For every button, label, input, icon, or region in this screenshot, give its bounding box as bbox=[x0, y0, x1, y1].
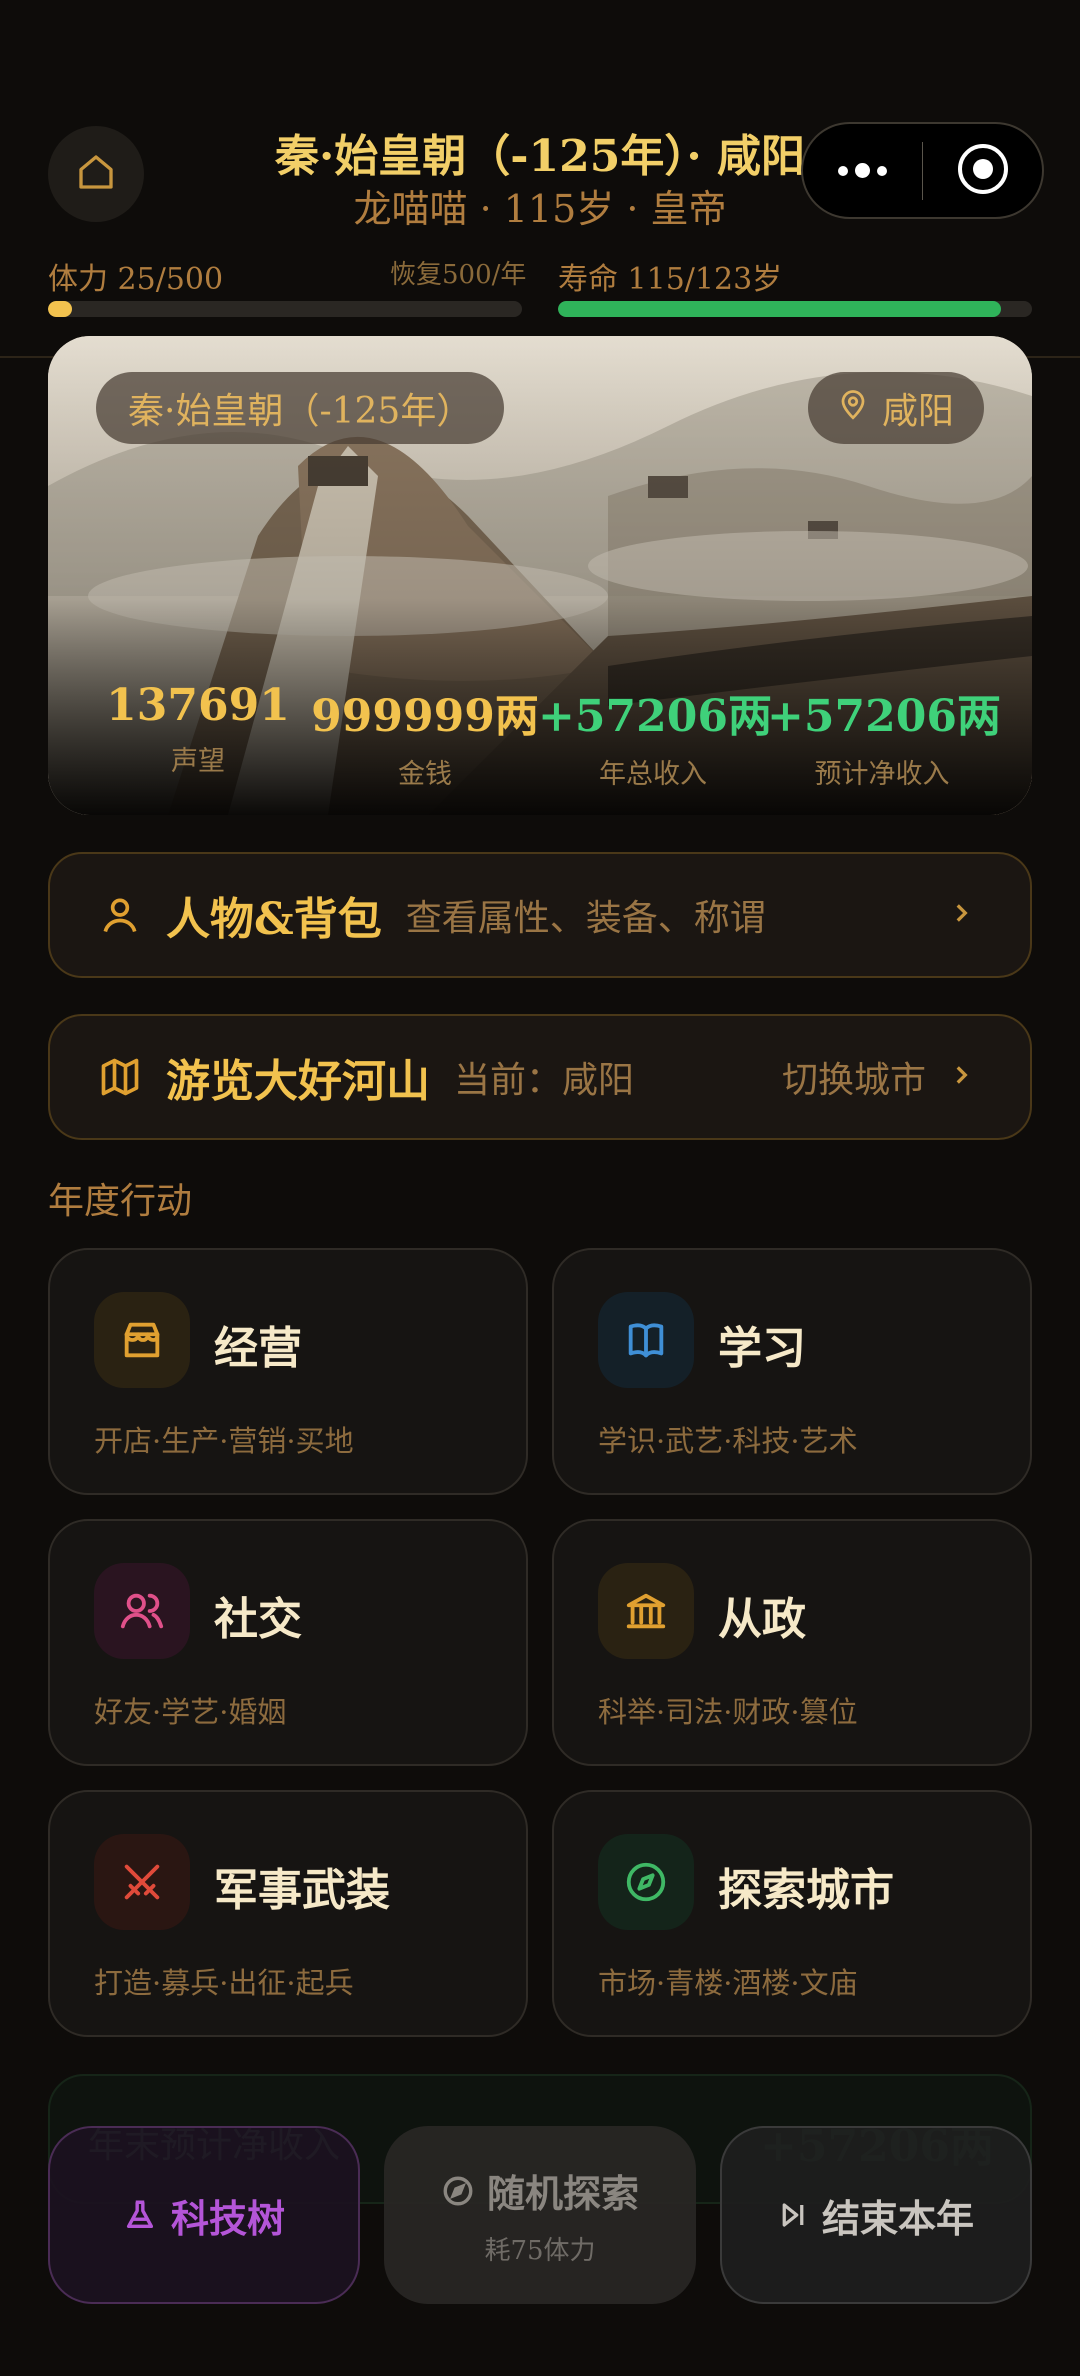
mini-program-capsule bbox=[801, 122, 1044, 219]
section-title: 年度行动 bbox=[48, 1181, 193, 1222]
city-label: 咸阳 bbox=[881, 391, 954, 432]
action-subtitle: 市场·青楼·酒楼·文庙 bbox=[598, 1966, 858, 2000]
action-name: 学习 bbox=[718, 1323, 806, 1374]
hero-stat: +57206两年总收入 bbox=[538, 680, 772, 791]
action-subtitle: 好友·学艺·婚姻 bbox=[94, 1695, 287, 1729]
hero-stat: 137691 声望 bbox=[83, 680, 313, 778]
era-label: 秦·始皇朝（-125年） bbox=[128, 391, 473, 432]
action-icon-badge bbox=[598, 1834, 694, 1930]
current-city: 当前：咸阳 bbox=[454, 1060, 635, 1101]
crossed-swords-icon bbox=[119, 1859, 165, 1905]
action-name: 军事武装 bbox=[214, 1865, 390, 1916]
life-bar bbox=[558, 301, 1032, 317]
action-subtitle: 科举·司法·财政·篡位 bbox=[598, 1695, 858, 1729]
action-subtitle: 学识·武艺·科技·艺术 bbox=[598, 1424, 858, 1458]
action-card[interactable]: 从政科举·司法·财政·篡位 bbox=[552, 1519, 1032, 1766]
user-icon bbox=[98, 893, 142, 937]
action-card[interactable]: 探索城市市场·青楼·酒楼·文庙 bbox=[552, 1790, 1032, 2037]
action-subtitle: 开店·生产·营销·买地 bbox=[94, 1424, 354, 1458]
more-button[interactable] bbox=[803, 163, 922, 178]
store-icon bbox=[119, 1317, 165, 1363]
people-icon bbox=[119, 1588, 165, 1634]
character-card-title: 人物&背包 bbox=[166, 894, 382, 945]
hero-banner: 秦·始皇朝（-125年） 咸阳 137691 声望 999999两 金钱 +57206两… bbox=[48, 336, 1032, 815]
action-icon-badge bbox=[94, 1292, 190, 1388]
era-badge: 秦·始皇朝（-125年） bbox=[96, 372, 505, 444]
tech-tree-button[interactable]: 科技树 bbox=[48, 2126, 360, 2304]
hero-stat-value: 999999两 bbox=[311, 691, 539, 742]
hero-stat-label: 年总收入 bbox=[599, 759, 707, 790]
life-bar-fill bbox=[558, 301, 1002, 317]
character-backpack-card[interactable]: 人物&背包 查看属性、装备、称谓 bbox=[48, 852, 1032, 978]
travel-card-title: 游览大好河山 bbox=[166, 1056, 430, 1107]
city-badge[interactable]: 咸阳 bbox=[807, 372, 984, 444]
stamina-recovery: 恢复500/年 bbox=[390, 260, 527, 290]
action-icon-badge bbox=[598, 1563, 694, 1659]
book-icon bbox=[623, 1317, 669, 1363]
character-subtitle: 龙喵喵 · 115岁 · 皇帝 bbox=[353, 187, 727, 231]
action-icon-badge bbox=[598, 1292, 694, 1388]
end-year-label: 结束本年 bbox=[821, 2195, 974, 2241]
hero-stat-label: 金钱 bbox=[398, 759, 452, 790]
chevron-right-icon bbox=[948, 900, 974, 930]
location-pin-icon bbox=[838, 387, 868, 430]
life-label: 寿命 115/123岁 bbox=[558, 262, 783, 297]
tech-tree-label: 科技树 bbox=[170, 2195, 285, 2241]
action-name: 社交 bbox=[214, 1594, 302, 1645]
compass-icon bbox=[623, 1859, 669, 1905]
travel-card[interactable]: 游览大好河山 当前：咸阳 切换城市 bbox=[48, 1014, 1032, 1140]
character-card-desc: 查看属性、装备、称谓 bbox=[405, 898, 766, 939]
random-explore-button[interactable]: 随机探索 耗75体力 bbox=[384, 2126, 696, 2304]
hero-stat: +57206两预计净收入 bbox=[767, 680, 1001, 791]
action-name: 从政 bbox=[718, 1594, 806, 1645]
stamina-bar bbox=[48, 301, 522, 317]
hero-stat-value: +57206两 bbox=[767, 691, 1001, 742]
action-card[interactable]: 军事武装打造·募兵·出征·起兵 bbox=[48, 1790, 528, 2037]
government-icon bbox=[623, 1588, 669, 1634]
action-name: 探索城市 bbox=[718, 1865, 894, 1916]
compass-icon bbox=[441, 2174, 475, 2208]
stamina-bar-fill bbox=[48, 301, 72, 317]
skip-forward-icon bbox=[778, 2200, 808, 2230]
random-explore-label: 随机探索 bbox=[486, 2171, 639, 2216]
explore-cost: 耗75体力 bbox=[484, 2236, 596, 2266]
flask-icon bbox=[123, 2197, 157, 2233]
hero-stat-label: 预计净收入 bbox=[814, 759, 950, 790]
action-name: 经营 bbox=[214, 1323, 302, 1374]
hero-stat: 999999两金钱 bbox=[310, 680, 540, 791]
map-icon bbox=[98, 1055, 142, 1099]
hero-stat-label: 声望 bbox=[171, 746, 225, 777]
end-year-button[interactable]: 结束本年 bbox=[720, 2126, 1032, 2304]
action-icon-badge bbox=[94, 1563, 190, 1659]
hero-stat-value: 137691 bbox=[106, 680, 290, 731]
hero-stat-value: +57206两 bbox=[538, 691, 772, 742]
switch-city-button[interactable]: 切换城市 bbox=[782, 1051, 926, 1103]
more-dots-icon bbox=[837, 163, 887, 178]
action-card[interactable]: 学习学识·武艺·科技·艺术 bbox=[552, 1248, 1032, 1495]
action-icon-badge bbox=[94, 1834, 190, 1930]
target-icon bbox=[956, 142, 1010, 200]
action-card[interactable]: 经营开店·生产·营销·买地 bbox=[48, 1248, 528, 1495]
action-card[interactable]: 社交好友·学艺·婚姻 bbox=[48, 1519, 528, 1766]
chevron-right-icon bbox=[948, 1062, 974, 1092]
home-button[interactable] bbox=[48, 126, 144, 222]
home-icon bbox=[76, 152, 116, 196]
stamina-label: 体力 25/500 bbox=[48, 262, 224, 297]
page-title: 秦·始皇朝（-125年）· 咸阳 bbox=[274, 131, 806, 182]
close-program-button[interactable] bbox=[923, 142, 1042, 200]
action-subtitle: 打造·募兵·出征·起兵 bbox=[94, 1966, 354, 2000]
